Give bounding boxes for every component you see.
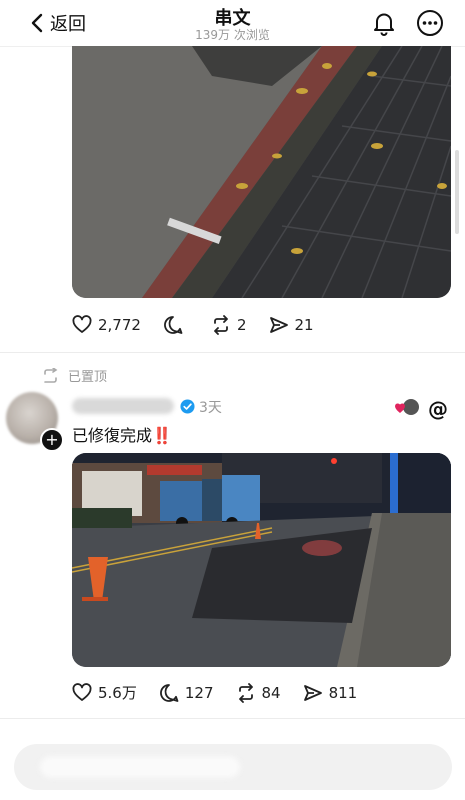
liker-avatars-icon bbox=[395, 399, 419, 415]
repost-icon bbox=[214, 315, 228, 335]
like-count: 5.6万 bbox=[98, 684, 137, 702]
post-divider bbox=[0, 352, 465, 353]
repost-icon bbox=[238, 682, 253, 703]
comment-button[interactable] bbox=[163, 315, 189, 335]
post-divider bbox=[0, 718, 465, 719]
pin-icon bbox=[44, 367, 58, 383]
more-options-icon[interactable] bbox=[416, 9, 444, 37]
threads-logo-icon[interactable]: @ bbox=[428, 397, 448, 421]
reply-placeholder-blurred bbox=[40, 756, 240, 778]
send-icon bbox=[303, 684, 322, 701]
bell-icon[interactable] bbox=[370, 9, 398, 37]
like-count: 2,772 bbox=[98, 316, 141, 334]
pinned-label: 已置顶 bbox=[68, 370, 108, 385]
post1-action-bar: 2,772 2 21 bbox=[72, 315, 336, 335]
post-time: 3天 bbox=[199, 400, 222, 416]
like-button[interactable]: 5.6万 bbox=[72, 682, 137, 703]
share-button[interactable]: 811 bbox=[303, 683, 358, 703]
author-name-blurred[interactable] bbox=[72, 398, 174, 414]
comment-bubble-icon bbox=[164, 316, 183, 334]
verified-badge-icon bbox=[180, 399, 195, 414]
share-button[interactable]: 21 bbox=[269, 315, 314, 335]
send-icon bbox=[269, 317, 288, 333]
post2-action-bar: 5.6万 127 84 811 bbox=[72, 682, 379, 703]
repost-count: 2 bbox=[236, 316, 247, 334]
post-text: 已修復完成‼️ bbox=[72, 426, 172, 445]
comment-button[interactable]: 127 bbox=[159, 683, 214, 703]
pinned-indicator: 已置顶 bbox=[42, 366, 107, 385]
repost-button[interactable]: 84 bbox=[236, 682, 281, 703]
top-navigation-bar: 返回 串文 139万 次浏览 bbox=[0, 0, 465, 47]
follow-plus-icon[interactable]: + bbox=[40, 428, 64, 452]
scrollbar[interactable] bbox=[455, 150, 459, 234]
share-count: 811 bbox=[328, 683, 358, 702]
post-image-repaired-road[interactable] bbox=[72, 453, 451, 667]
comment-count: 127 bbox=[184, 683, 214, 702]
share-count: 21 bbox=[294, 316, 314, 334]
heart-icon bbox=[72, 315, 92, 333]
repost-count: 84 bbox=[261, 683, 281, 702]
like-button[interactable]: 2,772 bbox=[72, 315, 141, 335]
comment-bubble-icon bbox=[159, 683, 179, 702]
heart-icon bbox=[72, 682, 92, 701]
post-image-street-corner[interactable] bbox=[72, 46, 451, 298]
repost-button[interactable]: 2 bbox=[211, 315, 247, 335]
